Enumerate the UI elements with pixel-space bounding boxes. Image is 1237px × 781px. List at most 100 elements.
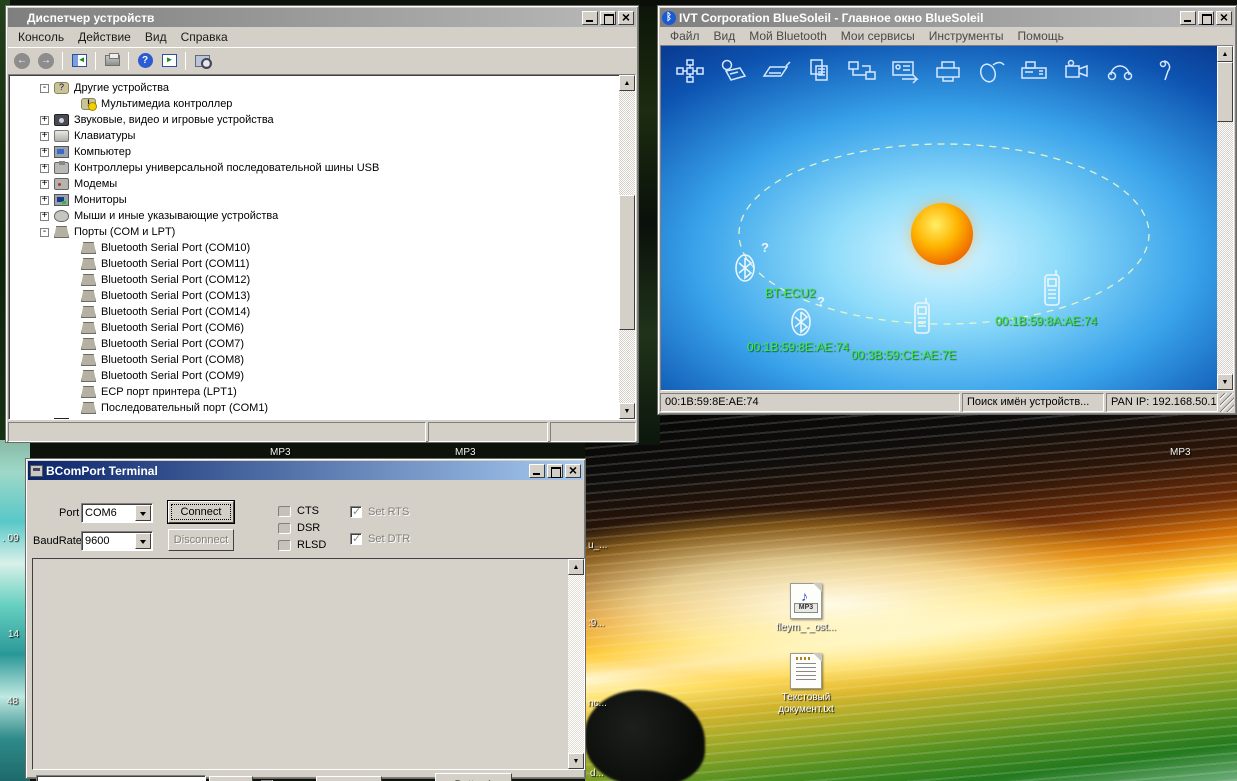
baudrate-combobox[interactable]: 9600 [81, 531, 153, 551]
dropdown-arrow-icon[interactable] [135, 505, 151, 521]
tree-item[interactable]: Мультимедиа контроллер [9, 96, 619, 112]
expand-toggle[interactable] [40, 180, 49, 189]
disconnect-button[interactable]: Disconnect [168, 529, 234, 551]
send-button[interactable]: Send [209, 776, 253, 781]
scroll-down-button[interactable]: ▼ [1217, 374, 1233, 390]
close-button[interactable] [1216, 11, 1232, 25]
expand-toggle[interactable] [40, 116, 49, 125]
expand-toggle[interactable] [40, 84, 49, 93]
show-console-tree-button[interactable] [69, 51, 89, 71]
port-combobox[interactable]: COM6 [81, 503, 153, 523]
menu-item[interactable]: Консоль [12, 29, 70, 45]
resize-grip[interactable] [1220, 393, 1234, 412]
scrollbar-thumb[interactable] [1217, 62, 1233, 122]
connect-button[interactable]: Connect [168, 501, 234, 523]
set-dtr-checkbox[interactable] [350, 533, 362, 545]
menu-item[interactable]: Действие [72, 29, 137, 45]
back-button[interactable]: ← [12, 51, 32, 71]
terminal-memo-area[interactable]: ▲ ▼ [32, 558, 585, 770]
tree-item[interactable]: Контроллеры универсальной последовательн… [9, 160, 619, 176]
scroll-up-button[interactable]: ▲ [568, 559, 584, 575]
my-device-sun[interactable] [911, 203, 973, 265]
menu-item[interactable]: Мой Bluetooth [743, 28, 833, 44]
tree-item[interactable]: Bluetooth Serial Port (COM7) [9, 336, 619, 352]
clear-memo-button[interactable]: Clear Memo [316, 776, 382, 781]
dropdown-arrow-icon[interactable] [135, 533, 151, 549]
maximize-button[interactable] [547, 464, 563, 478]
menu-item[interactable]: Файл [664, 28, 706, 44]
expand-toggle[interactable] [40, 196, 49, 205]
minimize-button[interactable] [582, 11, 598, 25]
expand-toggle[interactable] [40, 212, 49, 221]
scroll-up-button[interactable]: ▲ [1217, 46, 1233, 62]
device-icon [54, 146, 69, 158]
phone-device-1[interactable]: 00:3B:59:CE:AE:7E [909, 296, 935, 343]
minimize-button[interactable] [1180, 11, 1196, 25]
properties-button[interactable] [102, 51, 122, 71]
tree-item[interactable]: Bluetooth Serial Port (COM12) [9, 272, 619, 288]
scroll-up-button[interactable]: ▲ [619, 75, 635, 91]
forward-button[interactable]: → [36, 51, 56, 71]
desktop-icon-text-document[interactable]: Текстовый документ.txt [770, 653, 842, 716]
menu-item[interactable]: Справка [175, 29, 234, 45]
menu-item[interactable]: Помощь [1012, 28, 1070, 44]
tree-item[interactable]: Последовательный порт (COM1) [9, 400, 619, 416]
bluetooth-device-bt-ecu2[interactable]: ? BT-ECU2 [731, 250, 759, 291]
menu-item[interactable]: Вид [139, 29, 173, 45]
tree-item[interactable]: ECP порт принтера (LPT1) [9, 384, 619, 400]
expand-toggle[interactable] [40, 132, 49, 141]
expand-toggle[interactable] [40, 164, 49, 173]
scroll-down-button[interactable]: ▼ [568, 753, 584, 769]
menu-item[interactable]: Мои сервисы [835, 28, 921, 44]
tree-item[interactable]: Модемы [9, 176, 619, 192]
desktop-icon-mp3-file[interactable]: ♪ MP3 fleym_-_ost... [770, 583, 842, 634]
terminal-titlebar[interactable]: BComPort Terminal [28, 461, 583, 480]
scan-for-changes-button[interactable] [192, 51, 212, 71]
set-rts-checkbox-row[interactable]: Set RTS [350, 506, 409, 518]
bluetooth-device-unknown[interactable]: ? 00:1B:59:8E:AE:74 [787, 304, 815, 345]
tree-item[interactable]: Процессоры [9, 416, 619, 419]
tree-item[interactable]: Компьютер [9, 144, 619, 160]
tree-item[interactable]: Клавиатуры [9, 128, 619, 144]
send-text-input[interactable] [36, 775, 206, 781]
set-rts-checkbox[interactable] [350, 506, 362, 518]
tree-item[interactable]: Звуковые, видео и игровые устройства [9, 112, 619, 128]
menu-item[interactable]: Инструменты [923, 28, 1010, 44]
show-window-button[interactable] [159, 51, 179, 71]
device-icon [54, 178, 69, 190]
maximize-button[interactable] [1198, 11, 1214, 25]
unknown-type-icon: ? [761, 240, 769, 255]
canvas-vertical-scrollbar[interactable]: ▲ ▼ [1217, 46, 1233, 390]
tree-item[interactable]: Мыши и иные указывающие устройства [9, 208, 619, 224]
tree-item[interactable]: Bluetooth Serial Port (COM8) [9, 352, 619, 368]
close-button[interactable] [565, 464, 581, 478]
scroll-down-button[interactable]: ▼ [619, 403, 635, 419]
scrollbar-thumb[interactable] [619, 195, 635, 330]
device-name-label: BT-ECU2 [765, 286, 816, 300]
close-button[interactable] [618, 11, 634, 25]
minimize-button[interactable] [529, 464, 545, 478]
tree-item[interactable]: Bluetooth Serial Port (COM13) [9, 288, 619, 304]
maximize-button[interactable] [600, 11, 616, 25]
device-manager-titlebar[interactable]: Диспетчер устройств [8, 8, 636, 27]
tree-item[interactable]: Порты (COM и LPT) [9, 224, 619, 240]
memo-vertical-scrollbar[interactable]: ▲ ▼ [568, 559, 584, 769]
tree-vertical-scrollbar[interactable]: ▲ ▼ [619, 75, 635, 419]
tree-item[interactable]: Мониторы [9, 192, 619, 208]
tree-item[interactable]: Bluetooth Serial Port (COM14) [9, 304, 619, 320]
tree-item[interactable]: Bluetooth Serial Port (COM11) [9, 256, 619, 272]
bluetooth-orbit-canvas[interactable]: ? BT-ECU2 ? 00:1B:59:8E:AE:74 00:3B:59:C… [661, 46, 1217, 390]
tree-item[interactable]: Bluetooth Serial Port (COM10) [9, 240, 619, 256]
set-dtr-checkbox-row[interactable]: Set DTR [350, 533, 410, 545]
phone-device-2[interactable]: 00:1B:59:8A:AE:74 [1039, 268, 1065, 315]
expand-toggle[interactable] [40, 148, 49, 157]
button1-button[interactable]: Button1 [435, 773, 512, 781]
tree-item[interactable]: Bluetooth Serial Port (COM6) [9, 320, 619, 336]
toolbar-separator [128, 52, 129, 70]
menu-item[interactable]: Вид [708, 28, 742, 44]
help-button[interactable]: ? [135, 51, 155, 71]
tree-item[interactable]: Bluetooth Serial Port (COM9) [9, 368, 619, 384]
expand-toggle[interactable] [40, 228, 49, 237]
bluesoleil-titlebar[interactable]: ᛒ IVT Corporation BlueSoleil - Главное о… [660, 8, 1234, 27]
tree-item[interactable]: Другие устройства [9, 80, 619, 96]
